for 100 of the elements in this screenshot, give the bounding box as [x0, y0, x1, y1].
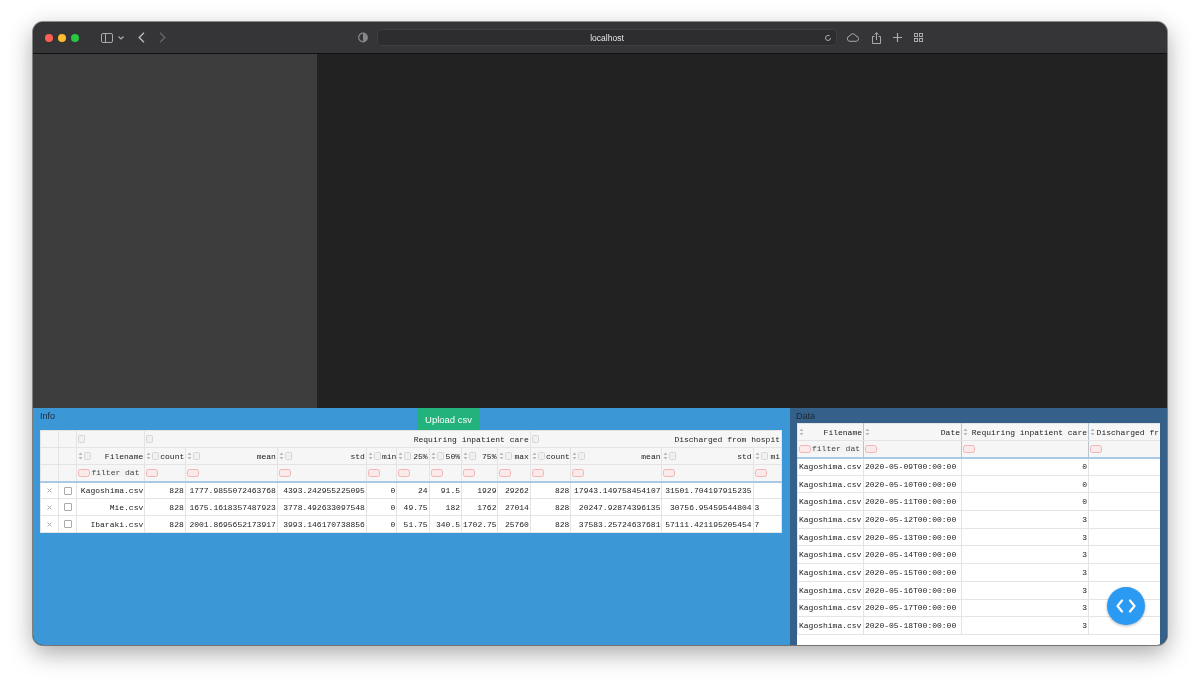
filter-field[interactable]: filter dat	[812, 444, 860, 454]
table-cell: 49.75	[403, 502, 428, 512]
case-toggle-icon[interactable]	[799, 444, 811, 453]
table-cell: 31501.704197915235	[665, 485, 752, 495]
sidebar-icon[interactable]	[101, 32, 113, 43]
table-cell: 0	[1082, 462, 1087, 472]
table-cell: 91.5	[440, 485, 460, 495]
case-toggle-icon[interactable]	[754, 468, 767, 477]
table-cell: 2020-05-18T00:00:00	[865, 621, 957, 631]
chevron-down-icon[interactable]	[118, 35, 124, 40]
trash-icon[interactable]	[152, 452, 160, 460]
table-cell: 340.5	[436, 519, 460, 529]
table-cell: 3	[1082, 514, 1087, 524]
column-header[interactable]: mean	[256, 451, 276, 461]
table-cell: 828	[555, 485, 570, 495]
case-toggle-icon[interactable]	[531, 468, 544, 477]
minimize-icon[interactable]	[58, 33, 66, 42]
trash-icon[interactable]	[284, 452, 292, 460]
table-cell: 828	[169, 485, 184, 495]
case-toggle-icon[interactable]	[398, 468, 411, 477]
row-checkbox[interactable]	[63, 503, 72, 512]
table-cell: 2020-05-12T00:00:00	[865, 514, 957, 524]
trash-icon[interactable]	[760, 452, 768, 460]
group-header: Discharged from hospit	[674, 434, 780, 444]
table-cell: 1762	[477, 502, 497, 512]
trash-icon[interactable]	[436, 452, 444, 460]
filter-field[interactable]: filter dat	[91, 468, 140, 478]
trash-icon[interactable]	[373, 452, 381, 460]
case-toggle-icon[interactable]	[367, 468, 380, 477]
address-text: localhost	[590, 32, 624, 43]
table-cell: Kagoshima.csv	[799, 567, 862, 577]
table-cell: 828	[555, 502, 570, 512]
table-cell: 2020-05-17T00:00:00	[865, 603, 957, 613]
delete-icon[interactable]	[47, 521, 53, 527]
trash-icon[interactable]	[146, 435, 154, 443]
table-cell: 828	[169, 502, 184, 512]
table-cell: Mie.csv	[109, 502, 144, 512]
case-toggle-icon[interactable]	[1090, 444, 1102, 453]
table-cell: Kagoshima.csv	[799, 497, 862, 507]
plus-icon[interactable]	[893, 33, 902, 42]
panel-title: Info	[40, 411, 55, 421]
trash-icon[interactable]	[84, 452, 92, 460]
back-icon[interactable]	[138, 32, 145, 43]
case-toggle-icon[interactable]	[146, 468, 159, 477]
grid-icon[interactable]	[914, 33, 923, 42]
table-cell: 29262	[504, 485, 529, 495]
column-header[interactable]: mean	[641, 451, 661, 461]
close-icon[interactable]	[45, 33, 53, 42]
table-cell: 2020-05-10T00:00:00	[865, 479, 957, 489]
trash-icon[interactable]	[578, 452, 586, 460]
case-toggle-icon[interactable]	[78, 468, 91, 477]
table-cell: Kagoshima.csv	[799, 603, 862, 613]
table-cell: 0	[1082, 479, 1087, 489]
trash-icon[interactable]	[404, 452, 412, 460]
reload-icon[interactable]	[824, 34, 832, 42]
table-cell: 37583.25724637681	[578, 519, 661, 529]
case-toggle-icon[interactable]	[572, 468, 585, 477]
table-cell: Kagoshima.csv	[799, 532, 862, 542]
case-toggle-icon[interactable]	[963, 444, 975, 453]
cloud-icon[interactable]	[846, 33, 860, 42]
table-cell: 3	[1082, 621, 1087, 631]
table-cell: 4393.242955225095	[283, 485, 365, 495]
case-toggle-icon[interactable]	[186, 468, 199, 477]
case-toggle-icon[interactable]	[463, 468, 475, 477]
sort-icon[interactable]	[799, 428, 804, 436]
address-bar[interactable]: localhost	[377, 29, 837, 46]
trash-icon[interactable]	[505, 452, 513, 460]
case-toggle-icon[interactable]	[865, 444, 877, 453]
column-header[interactable]: std	[350, 451, 365, 461]
maximize-icon[interactable]	[71, 33, 79, 42]
trash-icon[interactable]	[192, 452, 200, 460]
shield-icon[interactable]	[358, 32, 368, 43]
table-cell: 3	[1082, 603, 1087, 613]
trash-icon[interactable]	[531, 435, 539, 443]
column-header[interactable]: Date	[940, 427, 960, 437]
column-header[interactable]: std	[737, 451, 752, 461]
table-cell: 2001.8695652173917	[189, 519, 276, 529]
trash-icon[interactable]	[78, 435, 86, 443]
delete-icon[interactable]	[47, 504, 53, 510]
table-cell: 2020-05-11T00:00:00	[865, 497, 957, 507]
delete-icon[interactable]	[47, 487, 53, 493]
forward-icon[interactable]	[159, 32, 166, 43]
trash-icon[interactable]	[669, 452, 677, 460]
case-toggle-icon[interactable]	[663, 468, 676, 477]
column-header[interactable]: mi	[770, 451, 780, 461]
table-cell: 2020-05-14T00:00:00	[865, 550, 957, 560]
table-cell: Kagoshima.csv	[799, 585, 862, 595]
row-checkbox[interactable]	[63, 486, 72, 495]
table-cell: Kagoshima.csv	[799, 479, 862, 489]
table-cell: 25760	[504, 519, 529, 529]
table-cell: 3	[1082, 567, 1087, 577]
case-toggle-icon[interactable]	[278, 468, 291, 477]
table-cell: 1702.75	[463, 519, 497, 529]
share-icon[interactable]	[872, 31, 881, 44]
case-toggle-icon[interactable]	[499, 468, 512, 477]
trash-icon[interactable]	[469, 452, 476, 460]
table-cell: 0	[1082, 497, 1087, 507]
trash-icon[interactable]	[537, 452, 545, 460]
case-toggle-icon[interactable]	[430, 468, 443, 477]
row-checkbox[interactable]	[63, 520, 72, 529]
